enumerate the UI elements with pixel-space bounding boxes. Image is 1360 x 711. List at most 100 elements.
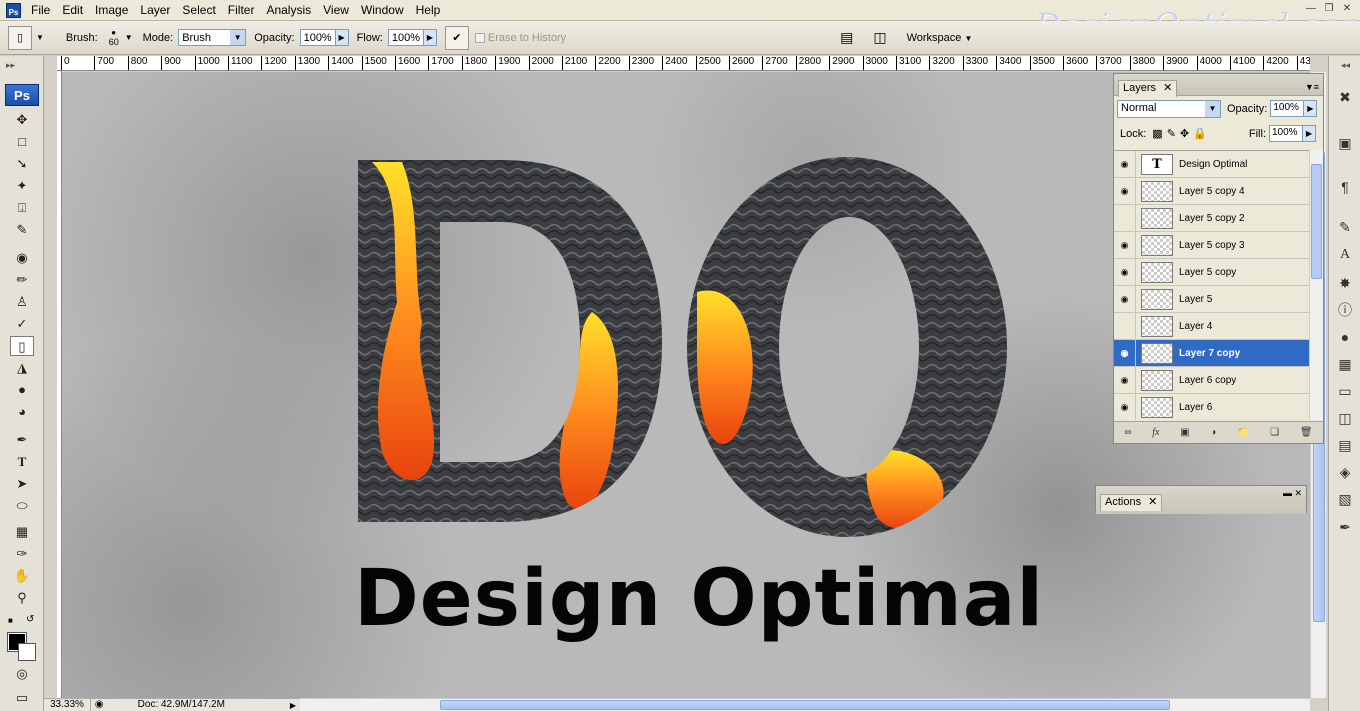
erase-to-history-checkbox[interactable] [474,32,485,43]
close-tab-icon[interactable]: ✕ [1148,496,1157,508]
styles-dock-icon[interactable]: ◫ [1333,407,1357,429]
visibility-eye-icon[interactable]: ◉ [1114,393,1136,420]
dock-collapse-icon[interactable]: ◂◂ [1341,60,1350,71]
marquee-tool-icon[interactable]: □ [10,132,34,152]
paragraph-dock-icon[interactable]: ¶ [1333,176,1357,198]
lock-image-icon[interactable]: ✎ [1167,127,1176,140]
brush-dropdown-icon[interactable]: ▼ [125,33,133,42]
document-icon[interactable]: ▤ [840,29,853,46]
tool-palette-icon[interactable]: ◫ [873,29,886,46]
layer-row[interactable]: ◉ Layer 5 [1114,285,1309,313]
layer-row[interactable]: ◉ Layer 7 copy [1114,339,1309,367]
layers-scrollbar[interactable] [1309,150,1323,420]
zoom-tool-icon[interactable]: ⚲ [10,588,34,608]
visibility-eye-icon[interactable]: ◉ [1114,285,1136,313]
lock-position-icon[interactable]: ✥ [1180,127,1189,140]
dodge-tool-icon[interactable]: ◕ [10,402,34,422]
status-menu-arrow-icon[interactable]: ▶ [290,701,300,710]
collapse-arrows-icon[interactable]: ▸▸ [6,60,15,71]
airbrush-icon[interactable]: ✔ [444,25,469,50]
close-tab-icon[interactable]: ✕ [1163,82,1172,94]
flow-slider-icon[interactable]: ▶ [423,29,437,46]
hand-tool-icon[interactable]: ✋ [10,566,34,586]
layer-opacity-field[interactable]: 100% [1270,100,1305,117]
adjustments-dock-icon[interactable]: ▤ [1333,434,1357,456]
menu-file[interactable]: File [25,0,56,21]
new-group-icon[interactable]: 📁 [1237,427,1249,438]
layers-scroll-thumb[interactable] [1311,164,1322,279]
notes-tool-icon[interactable]: ▦ [10,522,34,542]
path-selection-tool-icon[interactable]: ➤ [10,474,34,494]
visibility-eye-icon[interactable]: ◉ [1114,151,1136,178]
lasso-tool-icon[interactable]: ➘ [10,154,34,174]
layer-row[interactable]: ◉ Layer 5 copy 4 [1114,177,1309,205]
info-dock-icon[interactable]: ⓘ [1333,299,1357,321]
layer-row[interactable]: ◉ Layer 5 copy [1114,258,1309,286]
tools-dock-icon[interactable]: ✖ [1333,86,1357,108]
ps-logo[interactable]: Ps [5,84,39,106]
paint-bucket-tool-icon[interactable]: ◮ [10,358,34,378]
eyedropper-tool-icon[interactable]: ✎ [10,220,34,240]
background-color-swatch[interactable] [18,643,36,661]
blend-mode-select[interactable]: Normal ▼ [1117,99,1221,118]
menu-help[interactable]: Help [410,0,447,21]
visibility-eye-icon[interactable]: ◉ [1114,258,1136,286]
fill-field[interactable]: 100% [1269,125,1303,142]
default-colors-icon[interactable]: ■ [8,616,13,625]
lock-transparent-icon[interactable]: ▩ [1152,127,1162,140]
pen-tool-icon[interactable]: ✒ [10,430,34,450]
history-brush-tool-icon[interactable]: ✓ [10,314,34,334]
screen-mode-icon[interactable]: ▭ [10,688,34,708]
horizontal-scrollbar[interactable] [300,698,1310,711]
horizontal-scroll-thumb[interactable] [440,700,1170,710]
restore-icon[interactable]: ❐ [1322,3,1336,17]
menu-image[interactable]: Image [89,0,134,21]
clone-stamp-tool-icon[interactable]: ♙ [10,292,34,312]
status-info-icon[interactable]: ◉ [91,699,108,711]
visibility-eye-icon[interactable]: ◉ [1114,231,1136,259]
menu-edit[interactable]: Edit [56,0,89,21]
visibility-eye-icon[interactable]: ◉ [1114,339,1136,367]
history-dock-icon[interactable]: ✒ [1333,516,1357,538]
crop-tool-icon[interactable]: ⍗ [10,198,34,218]
character-dock-icon[interactable]: A [1333,244,1357,266]
layer-row[interactable]: ◉ Layer 6 [1114,393,1309,420]
eyedropper-sample-tool-icon[interactable]: ✑ [10,544,34,564]
eraser-tool-preset-icon[interactable]: ▯ [8,25,32,50]
workspace-button[interactable]: Workspace ▼ [907,32,973,44]
clone-source-dock-icon[interactable]: ✸ [1333,272,1357,294]
menu-filter[interactable]: Filter [222,0,261,21]
actions-tab[interactable]: Actions ✕ [1100,494,1163,511]
flow-field[interactable]: 100% [387,29,424,46]
swatches-dock-icon[interactable]: ▦ [1333,353,1357,375]
panel-minimize-close-icon[interactable]: ▬ ✕ [1283,488,1302,499]
delete-layer-icon[interactable]: 🗑 [1300,427,1313,438]
menu-layer[interactable]: Layer [134,0,176,21]
ellipse-tool-icon[interactable]: ⬭ [10,496,34,516]
paths-dock-icon[interactable]: ▧ [1333,488,1357,510]
blur-tool-icon[interactable]: ● [10,380,34,400]
layer-style-icon[interactable]: fx [1152,427,1159,438]
mode-select[interactable]: Brush ▼ [178,29,247,46]
visibility-eye-icon[interactable] [1114,204,1136,232]
layers-tab[interactable]: Layers ✕ [1118,80,1178,97]
healing-brush-tool-icon[interactable]: ◉ [10,248,34,268]
visibility-eye-icon[interactable] [1114,312,1136,340]
lock-all-icon[interactable]: 🔒 [1193,127,1207,140]
layer-row[interactable]: Layer 4 [1114,312,1309,340]
menu-select[interactable]: Select [176,0,221,21]
menu-window[interactable]: Window [355,0,410,21]
color-dock-icon[interactable]: ● [1333,326,1357,348]
layer-opacity-slider-icon[interactable]: ▶ [1304,100,1318,117]
zoom-level[interactable]: 33.33% [44,698,91,711]
preset-dropdown-icon[interactable]: ▼ [36,33,44,42]
eraser-tool-icon[interactable]: ▯ [10,336,34,356]
visibility-eye-icon[interactable]: ◉ [1114,177,1136,205]
layer-row[interactable]: Layer 5 copy 2 [1114,204,1309,232]
layer-row[interactable]: ◉ T Design Optimal [1114,151,1309,178]
fill-slider-icon[interactable]: ▶ [1303,125,1316,142]
move-tool-icon[interactable]: ✥ [10,110,34,130]
quick-mask-icon[interactable]: ◎ [10,664,34,684]
minimize-icon[interactable]: — [1304,3,1318,17]
type-tool-icon[interactable]: T [10,452,34,472]
